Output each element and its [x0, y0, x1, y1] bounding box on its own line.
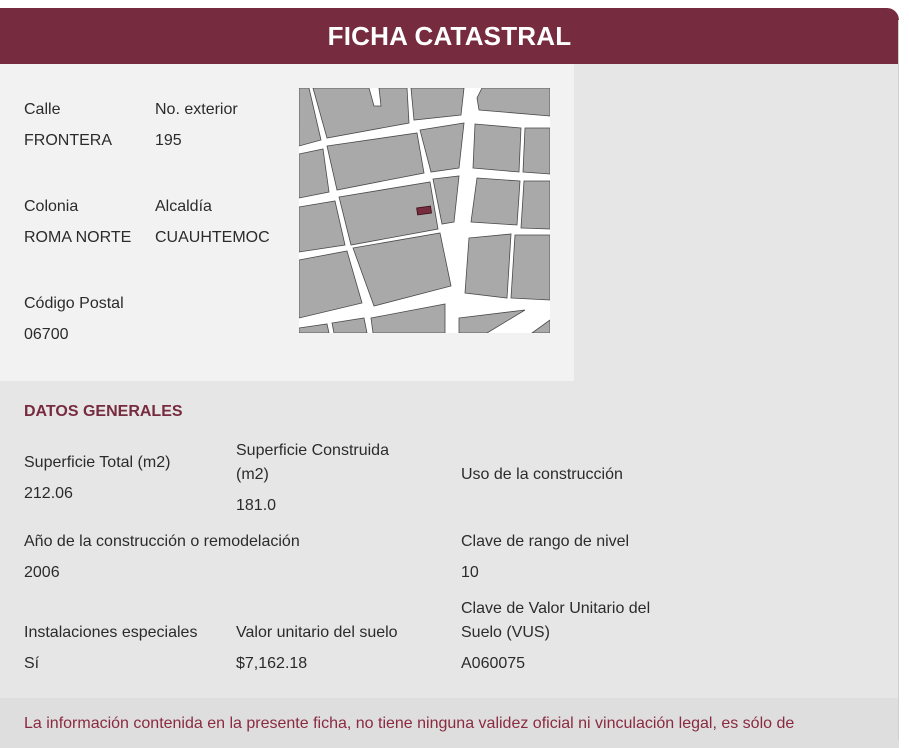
map-block: [458, 309, 526, 333]
cadastral-card: FICHA CATASTRAL Calle FRONTERA No. exter…: [0, 8, 899, 748]
superficie-construida-label-line1: Superficie Construida: [236, 442, 389, 459]
no-exterior-value: 195: [155, 132, 182, 149]
map-block: [419, 122, 465, 173]
colonia-value: ROMA NORTE: [24, 229, 132, 246]
codigo-postal-label: Código Postal: [24, 295, 124, 312]
card-border: [898, 20, 899, 740]
map-block: [470, 177, 521, 226]
superficie-construida-value: 181.0: [236, 497, 277, 514]
parcel-marker: [416, 205, 432, 216]
map-graphic: [299, 88, 550, 333]
valor-unitario-label: Valor unitario del suelo: [236, 624, 398, 641]
map-block: [464, 233, 512, 299]
map-block: [472, 123, 522, 173]
clave-vus-label-line1: Clave de Valor Unitario del: [461, 600, 651, 617]
uso-construccion-label: Uso de la construcción: [461, 466, 623, 483]
colonia-label: Colonia: [24, 198, 79, 215]
map-block: [520, 180, 550, 230]
map-block: [352, 232, 452, 307]
alcaldia-label: Alcaldía: [155, 198, 212, 215]
card-header: FICHA CATASTRAL: [0, 8, 899, 64]
map-block: [299, 200, 346, 253]
map-block: [522, 127, 550, 175]
map-block: [432, 175, 460, 225]
instalaciones-label: Instalaciones especiales: [24, 624, 198, 641]
clave-rango-value: 10: [461, 564, 479, 581]
disclaimer-text: La información contenida en la presente …: [24, 715, 795, 732]
clave-vus-label-line2: Suelo (VUS): [461, 624, 550, 641]
map-block: [331, 317, 368, 333]
instalaciones-value: Sí: [24, 655, 40, 672]
alcaldia-value: CUAUHTEMOC: [155, 229, 270, 246]
map-block: [410, 88, 465, 121]
superficie-total-label: Superficie Total (m2): [24, 454, 171, 471]
codigo-postal-value: 06700: [24, 326, 69, 343]
anio-construccion-value: 2006: [24, 564, 60, 581]
map-block: [510, 234, 550, 301]
map-block: [326, 132, 425, 191]
map-block: [299, 323, 330, 333]
no-exterior-label: No. exterior: [155, 101, 238, 118]
map-block: [370, 303, 446, 333]
map-block: [299, 148, 330, 199]
map-block: [312, 88, 410, 139]
page-title: FICHA CATASTRAL: [327, 20, 572, 51]
superficie-construida-label-line2: (m2): [236, 466, 269, 483]
location-map[interactable]: [299, 88, 550, 333]
map-block: [476, 88, 550, 117]
datos-generales-title: DATOS GENERALES: [24, 403, 183, 420]
superficie-total-value: 212.06: [24, 485, 73, 502]
calle-value: FRONTERA: [24, 132, 112, 149]
map-block: [299, 250, 363, 319]
clave-vus-value: A060075: [461, 655, 526, 672]
valor-unitario-value: $7,162.18: [236, 655, 308, 672]
calle-label: Calle: [24, 101, 61, 118]
map-block: [531, 319, 550, 333]
clave-rango-label: Clave de rango de nivel: [461, 533, 630, 550]
anio-construccion-label: Año de la construcción o remodelación: [24, 533, 300, 550]
